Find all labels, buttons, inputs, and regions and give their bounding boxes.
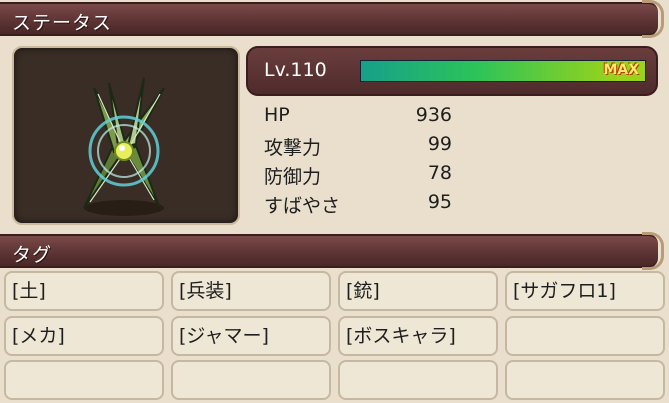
tag-cell[interactable]	[505, 316, 665, 356]
stat-row-hp: HP 936	[264, 104, 464, 132]
tag-cell[interactable]: [サガフロ1]	[505, 271, 665, 311]
tag-cell[interactable]: [銃]	[338, 271, 498, 311]
stat-row-speed: すばやさ 95	[264, 191, 464, 219]
level-panel: Lv.110 MAX	[246, 46, 658, 96]
stat-row-defense: 防御力 78	[264, 162, 464, 190]
stat-value: 78	[427, 162, 452, 184]
level-label: Lv.110	[264, 59, 327, 81]
tag-cell[interactable]	[4, 360, 164, 400]
mech-blade-sprite-icon	[83, 77, 165, 216]
tags-header: タグ	[0, 232, 664, 270]
exp-bar: MAX	[360, 60, 646, 82]
tag-cell[interactable]: [ボスキャラ]	[338, 316, 498, 356]
stat-value: 936	[415, 104, 452, 126]
max-label: MAX	[603, 62, 639, 78]
tag-cell[interactable]: [兵装]	[171, 271, 331, 311]
tag-cell[interactable]: [メカ]	[4, 316, 164, 356]
stat-name: HP	[264, 104, 290, 126]
tag-cell[interactable]: [土]	[4, 271, 164, 311]
stat-value: 99	[427, 133, 452, 155]
stat-row-attack: 攻撃力 99	[264, 133, 464, 161]
tag-cell[interactable]: [ジャマー]	[171, 316, 331, 356]
character-portrait	[12, 46, 240, 225]
stat-value: 95	[427, 191, 452, 213]
stat-name: 攻撃力	[264, 137, 322, 159]
scroll-ornament-icon	[642, 232, 664, 270]
stat-name: すばやさ	[264, 195, 341, 217]
scroll-ornament-icon	[642, 0, 664, 38]
tag-cell[interactable]	[171, 360, 331, 400]
tags-title: タグ	[12, 244, 53, 266]
tag-cell[interactable]	[505, 360, 665, 400]
tag-cell[interactable]	[338, 360, 498, 400]
status-title: ステータス	[12, 12, 113, 34]
exp-bar-fill	[361, 61, 645, 81]
status-header: ステータス	[0, 0, 664, 38]
stat-name: 防御力	[264, 166, 322, 188]
